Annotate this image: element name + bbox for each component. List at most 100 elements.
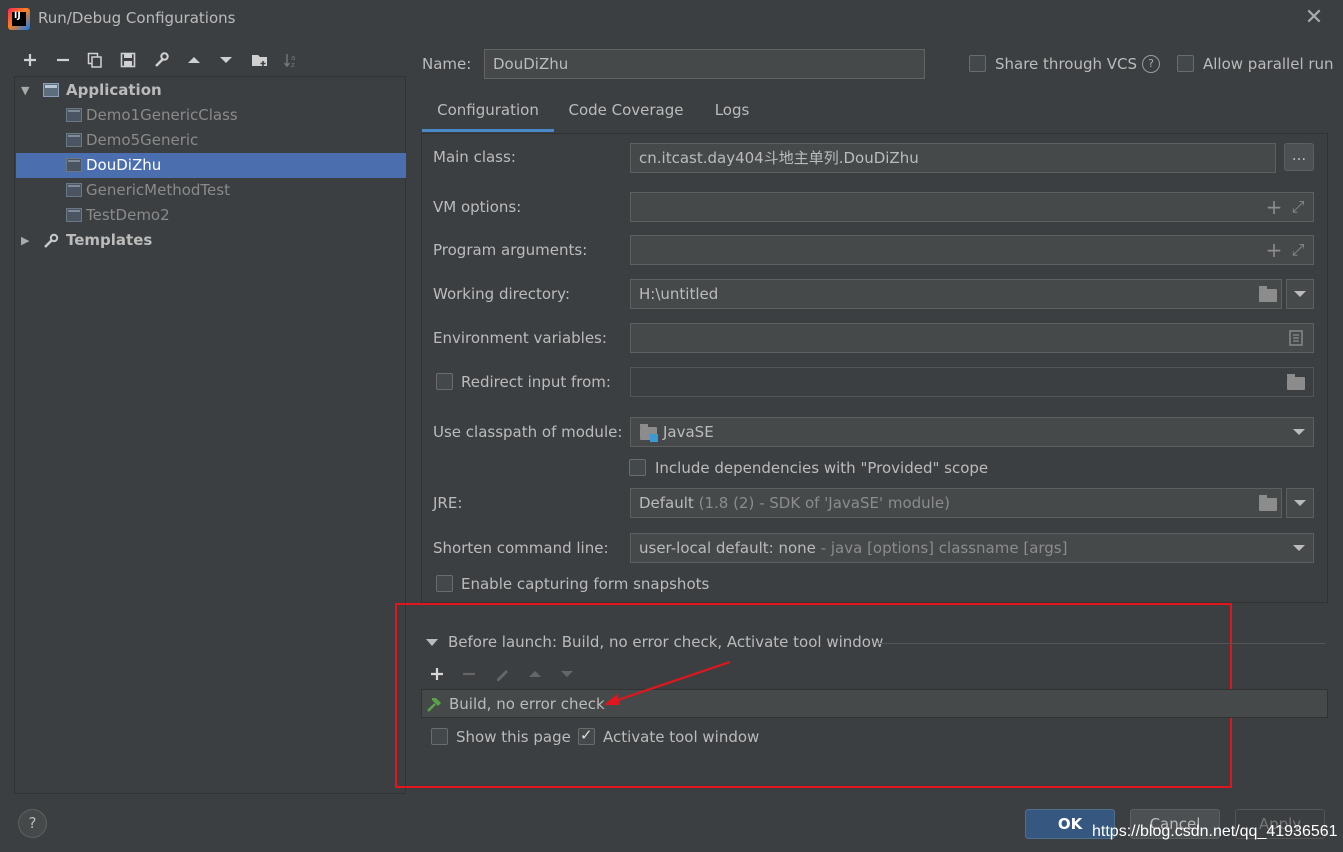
before-launch-task-label: Build, no error check [449,695,605,713]
configuration-tree: ▼ Application Demo1GenericClass Demo5Gen… [14,76,406,794]
vm-options-label: VM options: [433,198,522,216]
working-directory-dropdown[interactable] [1286,279,1314,309]
class-config-icon [66,133,82,147]
activate-tool-window-checkbox[interactable] [578,726,595,745]
program-arguments-label: Program arguments: [433,241,588,259]
svg-text:z: z [291,61,295,68]
expand-icon[interactable]: ⤢ [1289,242,1307,258]
module-select[interactable]: JavaSE [630,417,1314,447]
move-down-icon[interactable] [559,666,575,682]
allow-parallel-checkbox[interactable] [1177,55,1194,72]
redirect-input-label: Redirect input from: [461,373,611,391]
new-folder-icon[interactable] [247,48,271,72]
tree-label: Demo5Generic [86,131,199,149]
browse-button[interactable]: ... [1284,143,1314,171]
folder-icon[interactable] [1287,374,1305,390]
main-class-label: Main class: [433,148,516,166]
working-directory-value: H:\untitled [639,285,719,303]
sort-alpha-icon[interactable]: az [279,48,303,72]
tree-item-config[interactable]: TestDemo2 [16,203,406,228]
shorten-command-line-label: Shorten command line: [433,539,609,557]
show-page-checkbox[interactable] [431,728,448,745]
application-icon [43,83,59,97]
tree-label: DouDiZhu [86,156,162,174]
remove-icon[interactable] [461,666,477,682]
folder-icon[interactable] [1259,495,1277,511]
close-icon[interactable]: ✕ [1303,7,1325,29]
tree-node-templates[interactable]: ▶ Templates [16,228,406,253]
tab-logs[interactable]: Logs [706,94,758,132]
edit-icon[interactable] [494,666,510,682]
redirect-input-checkbox[interactable] [436,373,453,390]
tab-configuration[interactable]: Configuration [422,94,554,132]
section-divider [876,643,1325,644]
remove-icon[interactable] [51,48,75,72]
move-up-icon[interactable] [527,666,543,682]
jre-dropdown[interactable] [1286,488,1314,518]
include-dependencies-checkbox[interactable] [629,459,646,476]
title-bar: IJ Run/Debug Configurations ✕ [0,0,1343,38]
expand-arrow-icon[interactable]: ▼ [21,78,29,103]
move-up-icon[interactable] [182,48,206,72]
help-button[interactable]: ? [18,809,47,838]
tree-item-config-selected[interactable]: DouDiZhu [16,153,406,178]
tree-label: TestDemo2 [86,206,170,224]
capture-snapshots-label: Enable capturing form snapshots [461,575,710,593]
show-page-label: Show this page [456,728,571,746]
shorten-value: user-local default: none [639,539,816,557]
save-icon[interactable] [116,48,140,72]
main-class-input[interactable]: cn.itcast.day404斗地主单列.DouDiZhu [630,143,1276,173]
intellij-idea-icon: IJ [8,8,30,30]
include-dependencies-label: Include dependencies with "Provided" sco… [655,459,989,477]
chevron-down-icon [1294,500,1306,506]
expand-icon[interactable]: ⤢ [1289,199,1307,215]
jre-value: Default [639,494,694,512]
help-icon[interactable]: ? [1142,55,1160,73]
hammer-icon [427,698,441,712]
class-config-icon [66,108,82,122]
before-launch-header[interactable]: Before launch: Build, no error check, Ac… [448,633,883,651]
chevron-down-icon [1293,545,1305,551]
environment-variables-label: Environment variables: [433,329,607,347]
tree-item-config[interactable]: Demo1GenericClass [16,103,406,128]
program-arguments-input[interactable]: + ⤢ [630,235,1314,265]
chevron-down-icon [1293,429,1305,435]
tree-item-config[interactable]: Demo5Generic [16,128,406,153]
module-label: Use classpath of module: [433,423,623,441]
share-vcs-checkbox[interactable] [969,55,986,72]
name-input[interactable]: DouDiZhu [484,49,925,79]
tree-label: Demo1GenericClass [86,106,238,124]
class-config-icon [66,208,82,222]
folder-icon[interactable] [1259,286,1277,302]
environment-variables-input[interactable] [630,323,1314,353]
jre-input[interactable]: Default (1.8 (2) - SDK of 'JavaSE' modul… [630,488,1282,518]
capture-snapshots-checkbox[interactable] [436,575,453,592]
wrench-icon[interactable] [149,48,173,72]
vm-options-input[interactable]: + ⤢ [630,192,1314,222]
tree-node-application[interactable]: ▼ Application [16,78,406,103]
class-config-icon [66,183,82,197]
tab-code-coverage[interactable]: Code Coverage [562,94,690,132]
tree-label-templates: Templates [66,231,153,249]
tree-label: GenericMethodTest [86,181,230,199]
add-icon[interactable]: + [1265,197,1283,217]
add-icon[interactable]: + [1265,240,1283,260]
redirect-input-field[interactable] [630,367,1314,397]
tree-item-config[interactable]: GenericMethodTest [16,178,406,203]
copy-icon[interactable] [83,48,107,72]
add-icon[interactable] [429,666,445,682]
jre-label: JRE: [433,494,463,512]
collapse-arrow-icon[interactable]: ▶ [21,228,29,253]
allow-parallel-label: Allow parallel run [1203,55,1334,73]
working-directory-input[interactable]: H:\untitled [630,279,1282,309]
add-icon[interactable] [18,48,42,72]
shorten-command-line-select[interactable]: user-local default: none - java [options… [630,533,1314,563]
working-directory-label: Working directory: [433,285,571,303]
move-down-icon[interactable] [214,48,238,72]
before-launch-task-row[interactable]: Build, no error check [421,689,1328,718]
activate-tool-window-label: Activate tool window [603,728,760,746]
collapse-arrow-icon[interactable] [426,639,438,646]
annotation-arrow [604,660,731,705]
document-icon[interactable] [1289,330,1303,346]
chevron-down-icon [1294,291,1306,297]
